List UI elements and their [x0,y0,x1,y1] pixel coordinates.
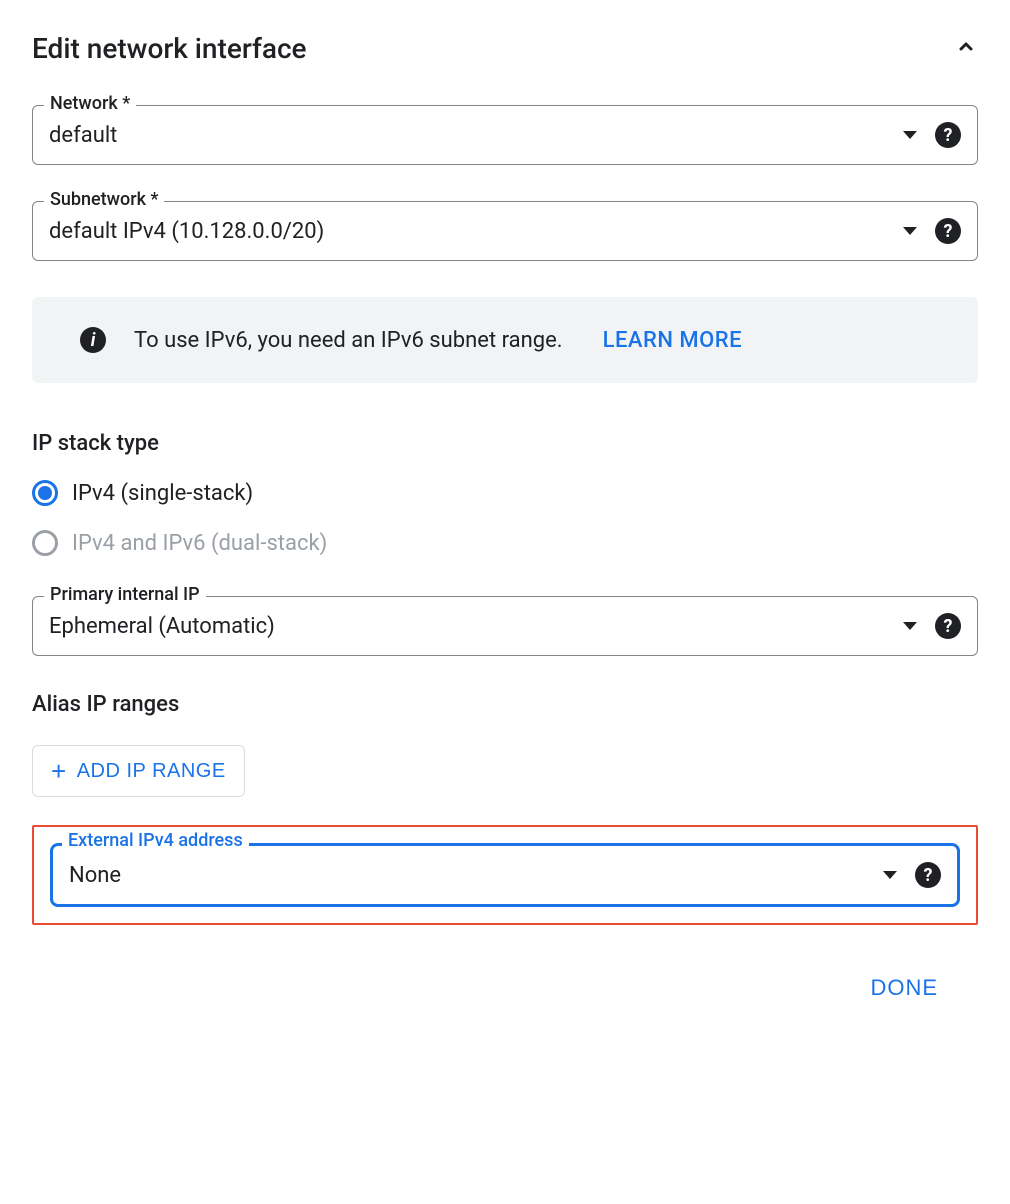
radio-icon [32,480,58,506]
dropdown-arrow-icon [903,227,917,235]
ip-stack-label: IP stack type [32,431,978,456]
primary-ip-label: Primary internal IP [44,584,206,605]
dropdown-arrow-icon [883,871,897,879]
external-ip-value: None [69,863,883,888]
info-text: To use IPv6, you need an IPv6 subnet ran… [134,328,563,353]
primary-ip-value: Ephemeral (Automatic) [49,614,903,639]
done-button[interactable]: DONE [850,965,958,1011]
subnetwork-label: Subnetwork * [44,189,164,210]
external-ip-label: External IPv4 address [62,830,249,851]
chevron-up-icon [954,35,978,59]
radio-icon [32,530,58,556]
subnetwork-value: default IPv4 (10.128.0.0/20) [49,219,903,244]
radio-ipv4-single[interactable]: IPv4 (single-stack) [32,480,978,506]
network-label: Network * [44,93,136,114]
dropdown-arrow-icon [903,131,917,139]
network-value: default [49,123,903,148]
help-icon[interactable]: ? [915,862,941,888]
help-icon[interactable]: ? [935,122,961,148]
radio-ipv4-ipv6-dual: IPv4 and IPv6 (dual-stack) [32,530,978,556]
external-ip-select[interactable]: None ? [50,843,960,907]
panel-title: Edit network interface [32,32,307,65]
alias-ip-label: Alias IP ranges [32,692,978,717]
info-icon: i [80,327,106,353]
radio-label: IPv4 and IPv6 (dual-stack) [72,531,327,556]
network-select[interactable]: default ? [32,105,978,165]
collapse-button[interactable] [954,35,978,63]
add-button-label: ADD IP RANGE [77,760,226,783]
dropdown-arrow-icon [903,622,917,630]
learn-more-link[interactable]: LEARN MORE [603,328,743,353]
radio-label: IPv4 (single-stack) [72,481,253,506]
ipv6-info-banner: i To use IPv6, you need an IPv6 subnet r… [32,297,978,383]
primary-ip-select[interactable]: Ephemeral (Automatic) ? [32,596,978,656]
help-icon[interactable]: ? [935,613,961,639]
add-ip-range-button[interactable]: + ADD IP RANGE [32,745,245,797]
help-icon[interactable]: ? [935,218,961,244]
subnetwork-select[interactable]: default IPv4 (10.128.0.0/20) ? [32,201,978,261]
plus-icon: + [51,758,67,784]
external-ip-highlight: External IPv4 address None ? [32,825,978,925]
